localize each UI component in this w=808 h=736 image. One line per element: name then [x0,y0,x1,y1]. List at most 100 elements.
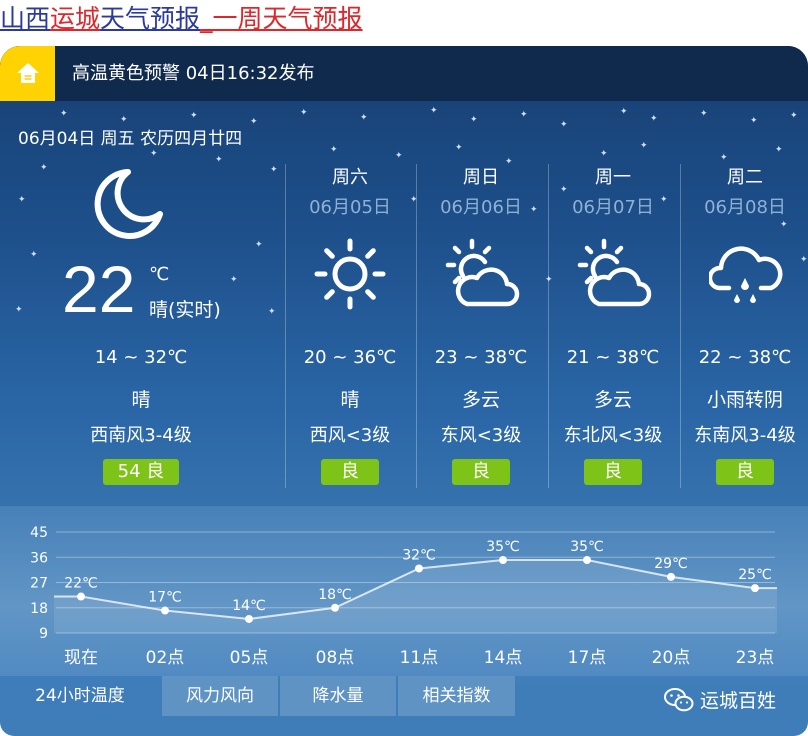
star-dot: ✦ [40,163,48,173]
current-condition: 晴(实时) [149,299,221,321]
x-tick-label: 08点 [316,648,355,668]
partly-cloudy-icon [445,238,521,314]
star-dot: ✦ [640,141,648,151]
point-label: 18℃ [318,587,352,603]
x-tick-label: 02点 [146,648,185,668]
day-temp-range: 21 ~ 38℃ [566,347,660,368]
day-aqi-badge[interactable]: 良 [584,459,642,485]
day-temp-range: 20 ~ 36℃ [303,347,397,368]
day-week: 周日 [463,167,499,188]
star-dot: ✦ [520,110,528,120]
temp-point [331,603,339,612]
day-date: 06月05日 [309,197,391,218]
tab-24h-temp[interactable]: 24小时温度 [0,676,160,716]
hourly-temp-chart: 45 36 27 18 9 22℃ 现在 17℃ 02点 14℃ 05点 18℃ 08点 32℃ 11点 35… [30,525,777,668]
star-dot: ✦ [270,165,278,175]
day-weather: 小雨转阴 [706,389,783,411]
point-label: 32℃ [402,547,436,563]
star-dot: ✦ [720,153,728,163]
day-date: 06月08日 [704,197,786,218]
day-aqi-badge[interactable]: 良 [716,459,774,485]
star-dot: ✦ [800,255,808,265]
day-temp-range: 22 ~ 38℃ [698,347,792,368]
y-tick-label: 18 [30,601,48,617]
y-tick-label: 36 [30,550,48,566]
wechat-icon [664,688,694,717]
alert-text[interactable]: 高温黄色预警 04日16:32发布 [72,46,315,102]
star-dot: ✦ [600,149,608,159]
temp-point [415,564,423,573]
star-dot: ✦ [650,114,658,124]
tab-wind[interactable]: 风力风向 [162,676,278,716]
home-icon[interactable] [0,46,55,101]
star-dot: ✦ [470,115,478,125]
star-dot: ✦ [560,120,568,130]
x-tick-label: 14点 [484,648,523,668]
star-dot: ✦ [430,106,438,116]
city-link[interactable]: 运城 [50,4,100,33]
star-dot: ✦ [15,305,23,315]
partly-cloudy-icon [577,238,653,314]
star-dot: ✦ [790,111,798,121]
star-dot: ✦ [250,117,258,127]
star-dot: ✦ [360,113,368,123]
x-tick-label: 05点 [230,648,269,668]
y-tick-label: 45 [30,525,48,541]
temp-point [499,556,507,565]
star-dot: ✦ [330,145,338,155]
star-dot: ✦ [395,151,403,161]
y-tick-label: 27 [30,576,48,592]
day-wind: 东北风<3级 [563,425,663,446]
day-week: 周一 [595,167,631,188]
day-weather: 多云 [461,389,500,411]
today-date: 06月04日 周五 农历四月廿四 [18,129,243,149]
x-tick-label: 23点 [736,648,775,668]
day-date: 06月07日 [572,197,654,218]
temp-point [583,556,591,565]
star-dot: ✦ [455,143,463,153]
moon-icon [88,166,164,246]
x-tick-label: 现在 [64,648,98,668]
star-dot: ✦ [775,145,783,155]
alert-bar[interactable]: 高温黄色预警 04日16:32发布 [0,46,808,101]
today-wind: 西南风3-4级 [90,425,192,446]
star-dot: ✦ [750,116,758,126]
x-tick-label: 11点 [400,648,439,668]
day-date: 06月06日 [440,197,522,218]
point-label: 35℃ [486,539,520,555]
day-aqi-badge[interactable]: 良 [321,459,379,485]
point-label: 25℃ [738,567,772,583]
day-wind: 东南风3-4级 [694,425,796,446]
star-dot: ✦ [215,155,223,165]
forecast-link[interactable]: 天气预报 [100,4,200,33]
star-dot: ✦ [300,108,308,118]
star-dot: ✦ [268,307,276,317]
star-dot: ✦ [255,240,263,250]
star-dot: ✦ [30,250,38,260]
star-dot: ✦ [18,195,26,205]
weather-widget: 高温黄色预警 04日16:32发布 ✦ ✦ ✦ ✦ ✦ ✦ ✦ ✦ ✦ ✦ ✦ ✦ ✦ ✦ ✦ ✦ ✦ ✦ ✦ ✦ ✦ ✦… [0,46,808,736]
star-dot: ✦ [60,109,68,119]
day-wind: 东风<3级 [440,425,522,446]
province-link[interactable]: 山西 [0,4,50,33]
temp-point [667,572,675,581]
point-label: 17℃ [148,590,182,606]
point-label: 22℃ [64,576,98,592]
temp-point [751,584,759,593]
day-temp-range: 23 ~ 38℃ [434,347,528,368]
x-tick-label: 17点 [568,648,607,668]
sun-icon [314,238,386,314]
tab-indices[interactable]: 相关指数 [398,676,515,716]
star-dot: ✦ [150,149,158,159]
today-aqi-badge[interactable]: 54 良 [103,459,179,485]
rain-cloud-icon [707,238,785,314]
day-aqi-badge[interactable]: 良 [452,459,510,485]
day-week: 周二 [727,167,763,188]
star-dot: ✦ [230,275,238,285]
today-temp-range: 14 ~ 32℃ [94,347,188,368]
week-forecast-link[interactable]: _一周天气预报 [200,4,363,33]
day-wind: 西风<3级 [309,425,391,446]
tab-precipitation[interactable]: 降水量 [280,676,396,716]
temp-unit: ℃ [149,264,170,285]
page-title: 山西运城天气预报_一周天气预报 [0,2,363,36]
